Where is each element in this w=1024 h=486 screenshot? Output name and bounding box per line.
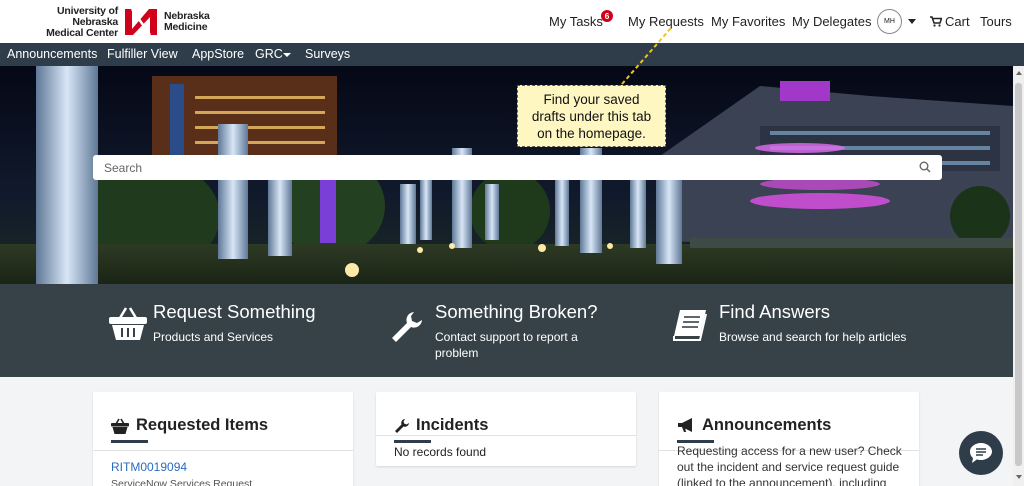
page-scrollbar[interactable] [1013, 66, 1024, 486]
quick-actions-band: Request Something Products and Services … [0, 284, 1013, 377]
request-something-action[interactable]: Request Something Products and Services [106, 284, 366, 377]
scroll-down-arrow-icon[interactable] [1016, 475, 1022, 479]
incidents-title: Incidents [416, 416, 489, 434]
requested-items-card: Requested Items RITM0019094 ServiceNow S… [93, 392, 353, 486]
search-icon[interactable] [919, 161, 931, 173]
find-answers-desc: Browse and search for help articles [719, 330, 907, 344]
something-broken-desc-line2: problem [435, 346, 479, 360]
announcements-card: Announcements Requesting access for a ne… [659, 392, 919, 486]
announcement-line3: (linked to the announcement), including [677, 476, 887, 486]
callout-pointer-line [621, 27, 672, 85]
basket-icon [109, 307, 147, 340]
title-underline [111, 440, 148, 443]
request-item-link[interactable]: RITM0019094 [111, 460, 187, 474]
request-item-desc: ServiceNow Services Request [111, 478, 253, 486]
basket-small-icon [111, 418, 129, 434]
incidents-card: Incidents No records found [376, 392, 636, 466]
something-broken-title: Something Broken? [435, 301, 598, 322]
incidents-empty-message: No records found [394, 445, 487, 459]
announcements-title: Announcements [702, 416, 832, 434]
scroll-thumb[interactable] [1015, 83, 1022, 466]
title-underline [394, 440, 431, 443]
wrench-small-icon [395, 419, 409, 433]
request-something-desc: Products and Services [153, 330, 274, 344]
chat-bubble-icon [970, 443, 992, 463]
wrench-icon [392, 312, 422, 342]
search-bar[interactable]: Search [93, 155, 942, 180]
scroll-up-arrow-icon[interactable] [1016, 71, 1022, 75]
callout-line2: drafts under this tab [531, 109, 652, 124]
callout-line3: on the homepage. [537, 126, 646, 141]
requested-items-title: Requested Items [136, 416, 269, 434]
find-answers-action[interactable]: Find Answers Browse and search for help … [672, 284, 932, 377]
announcement-line1: Requesting access for a new user? Check [677, 444, 902, 458]
portal-page: University of Nebraska Medical Center Ne… [0, 0, 1024, 486]
book-icon [673, 310, 707, 341]
megaphone-icon [678, 418, 692, 432]
request-something-title: Request Something [153, 301, 316, 322]
announcement-text[interactable]: Requesting access for a new user? Check … [677, 443, 917, 486]
card-divider [93, 450, 353, 451]
something-broken-desc-line1: Contact support to report a [435, 330, 578, 344]
search-placeholder: Search [104, 161, 143, 175]
announcement-line2: out the incident and service request gui… [677, 460, 900, 474]
something-broken-action[interactable]: Something Broken? Contact support to rep… [390, 284, 620, 377]
something-broken-desc: Contact support to report a problem [435, 329, 578, 361]
card-divider [376, 435, 636, 436]
find-answers-title: Find Answers [719, 301, 831, 322]
chat-button[interactable] [959, 431, 1003, 475]
